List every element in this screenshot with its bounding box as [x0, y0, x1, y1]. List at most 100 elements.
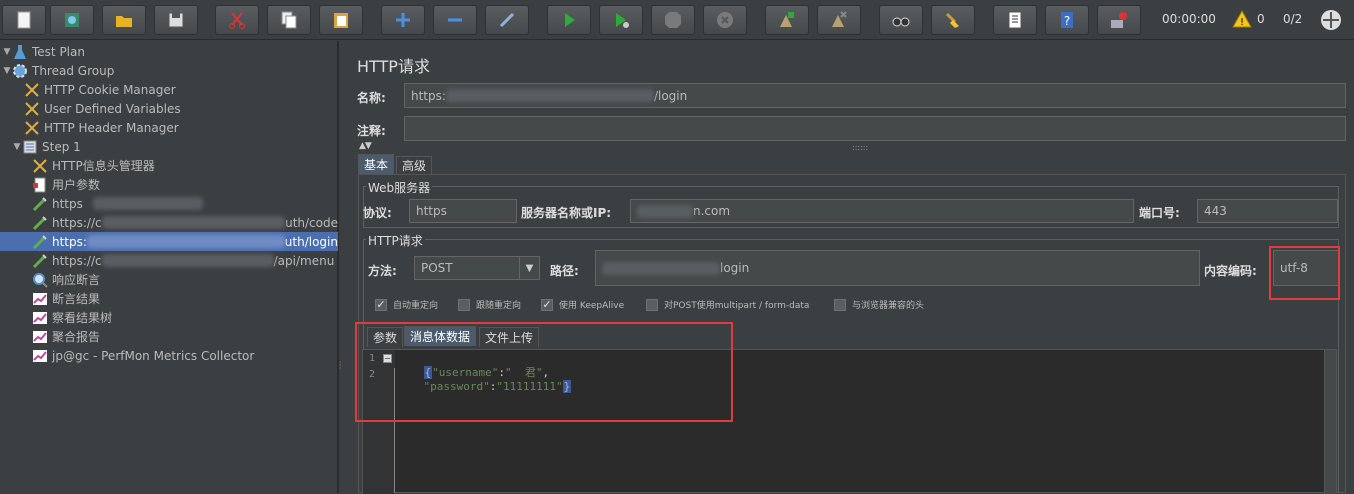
highlight-box-body — [355, 322, 733, 422]
tree-item-http-sampler-code[interactable]: https://c uth/code — [0, 213, 338, 232]
editor-scrollbar[interactable] — [1324, 350, 1336, 494]
svg-text:!: ! — [1240, 17, 1244, 28]
function-helper-button[interactable] — [993, 5, 1037, 35]
name-suffix: /login — [653, 88, 688, 103]
open-icon — [116, 16, 132, 27]
auto-redirect-checkbox[interactable]: ✓ 自动重定向 — [375, 298, 438, 311]
function-helper-icon — [1008, 11, 1022, 29]
path-field[interactable]: login — [595, 250, 1200, 286]
method-select[interactable]: POST ▼ — [414, 256, 540, 280]
redacted-text — [101, 254, 274, 267]
browser-headers-checkbox[interactable]: 与浏览器兼容的头 — [834, 298, 924, 311]
clear-all-button[interactable] — [931, 5, 975, 35]
tree-item-http-sampler-login[interactable]: https: uth/login — [0, 232, 338, 251]
preprocessor-icon — [32, 177, 48, 193]
stop-button[interactable] — [651, 5, 695, 35]
tree-item-header-manager[interactable]: HTTP Header Manager — [0, 118, 338, 137]
copy-button[interactable] — [267, 5, 311, 35]
tree-item-http-header-manager-cn[interactable]: HTTP信息头管理器 — [0, 156, 338, 175]
tree-item-label: 聚合报告 — [52, 330, 101, 344]
dropdown-arrow-icon[interactable]: ▼ — [519, 257, 539, 279]
tree-item-perfmon-collector[interactable]: jp@gc - PerfMon Metrics Collector — [0, 346, 338, 365]
toolbar: ? 00:00:00 ! 0 0/2 — [0, 0, 1354, 40]
listener-graph-icon — [32, 348, 48, 364]
new-button[interactable] — [2, 5, 46, 35]
tree-item-assertion-results[interactable]: 断言结果 — [0, 289, 338, 308]
tree-item-http-sampler-1[interactable]: https — [0, 194, 338, 213]
remote-start-button[interactable] — [765, 5, 809, 35]
tree-item-label: Step 1 — [42, 139, 81, 154]
keepalive-checkbox[interactable]: ✓ 使用 KeepAlive — [541, 298, 624, 311]
global-status-icon[interactable] — [1320, 9, 1342, 31]
svg-text:?: ? — [1064, 14, 1070, 28]
remote-stop-icon — [832, 11, 847, 27]
collapse-arrow-icon[interactable]: ▼ — [2, 47, 12, 57]
remote-stop-button[interactable] — [817, 5, 861, 35]
protocol-field[interactable]: https — [409, 199, 517, 223]
protocol-value: https — [416, 204, 447, 218]
method-value: POST — [421, 261, 453, 275]
checkbox-label: 使用 KeepAlive — [559, 301, 625, 311]
tab-advanced[interactable]: 高级 — [396, 156, 433, 174]
tree-item-user-params[interactable]: 用户参数 — [0, 175, 338, 194]
tree-item-label: HTTP Header Manager — [44, 120, 179, 135]
name-field[interactable]: https: /login — [404, 83, 1346, 108]
paste-button[interactable] — [319, 5, 363, 35]
open-button[interactable] — [102, 5, 146, 35]
redacted-text — [445, 89, 654, 102]
collapse-arrow-icon[interactable]: ▼ — [2, 66, 12, 76]
follow-redirect-checkbox[interactable]: 跟随重定向 — [458, 298, 521, 311]
start-icon — [565, 13, 575, 27]
tree-item-label: HTTP Cookie Manager — [44, 82, 176, 97]
expand-button[interactable] — [381, 5, 425, 35]
magnifier-icon — [32, 272, 48, 288]
tree-item-cookie-manager[interactable]: HTTP Cookie Manager — [0, 80, 338, 99]
checkbox-box: ✓ — [375, 298, 387, 311]
highlight-box-encoding — [1269, 246, 1340, 300]
tree-item-response-assertion[interactable]: 响应断言 — [0, 270, 338, 289]
search-button[interactable] — [879, 5, 923, 35]
tab-basic[interactable]: 基本 — [358, 154, 395, 174]
port-label: 端口号: — [1139, 206, 1180, 220]
test-plan-tree: ▼ Test Plan ▼ Thread Group HTTP Cookie M… — [0, 41, 338, 493]
save-button[interactable] — [154, 5, 198, 35]
tree-item-step-1[interactable]: ▼ Step 1 — [0, 137, 338, 156]
tree-item-label: 响应断言 — [52, 273, 101, 287]
remote-start-icon — [780, 12, 794, 27]
start-button[interactable] — [547, 5, 591, 35]
help-button[interactable]: ? — [1045, 5, 1089, 35]
elapsed-timer: 00:00:00 — [1162, 12, 1216, 26]
checkbox-label: 对POST使用multipart / form-data — [664, 301, 810, 311]
tree-item-aggregate-report[interactable]: 聚合报告 — [0, 327, 338, 346]
path-value: login — [720, 261, 750, 275]
server-field[interactable]: n.com — [630, 199, 1134, 223]
tree-item-suffix: uth/code — [285, 215, 338, 230]
start-no-pause-button[interactable] — [599, 5, 643, 35]
thread-group-icon — [12, 63, 28, 79]
test-plan-icon — [12, 44, 28, 60]
shutdown-button[interactable] — [703, 5, 747, 35]
toggle-button[interactable] — [485, 5, 529, 35]
collapse-toggle-icon[interactable]: ▲▼ — [359, 141, 372, 151]
tree-item-label: https: — [52, 234, 87, 249]
comment-field[interactable] — [404, 116, 1346, 141]
save-icon — [168, 12, 184, 28]
collapse-button[interactable] — [433, 5, 477, 35]
listener-graph-icon — [32, 329, 48, 345]
pipette-icon — [32, 215, 48, 231]
tree-item-test-plan[interactable]: ▼ Test Plan — [0, 42, 338, 61]
collapse-arrow-icon[interactable]: ▼ — [12, 142, 22, 152]
cut-button[interactable] — [215, 5, 259, 35]
tree-item-user-defined-variables[interactable]: User Defined Variables — [0, 99, 338, 118]
multipart-checkbox[interactable]: 对POST使用multipart / form-data — [646, 298, 809, 311]
tree-item-thread-group[interactable]: ▼ Thread Group — [0, 61, 338, 80]
port-field[interactable]: 443 — [1197, 199, 1338, 223]
split-grip-icon[interactable]: :::::: — [852, 143, 868, 152]
web-server-title: Web服务器 — [366, 179, 433, 196]
remote-button[interactable] — [1097, 5, 1141, 35]
tree-item-label: User Defined Variables — [44, 101, 181, 116]
templates-button[interactable] — [50, 5, 94, 35]
tree-item-view-results-tree[interactable]: 察看结果树 — [0, 308, 338, 327]
tree-item-http-sampler-menu[interactable]: https://c /api/menu — [0, 251, 338, 270]
warning-icon[interactable]: ! — [1232, 10, 1252, 28]
